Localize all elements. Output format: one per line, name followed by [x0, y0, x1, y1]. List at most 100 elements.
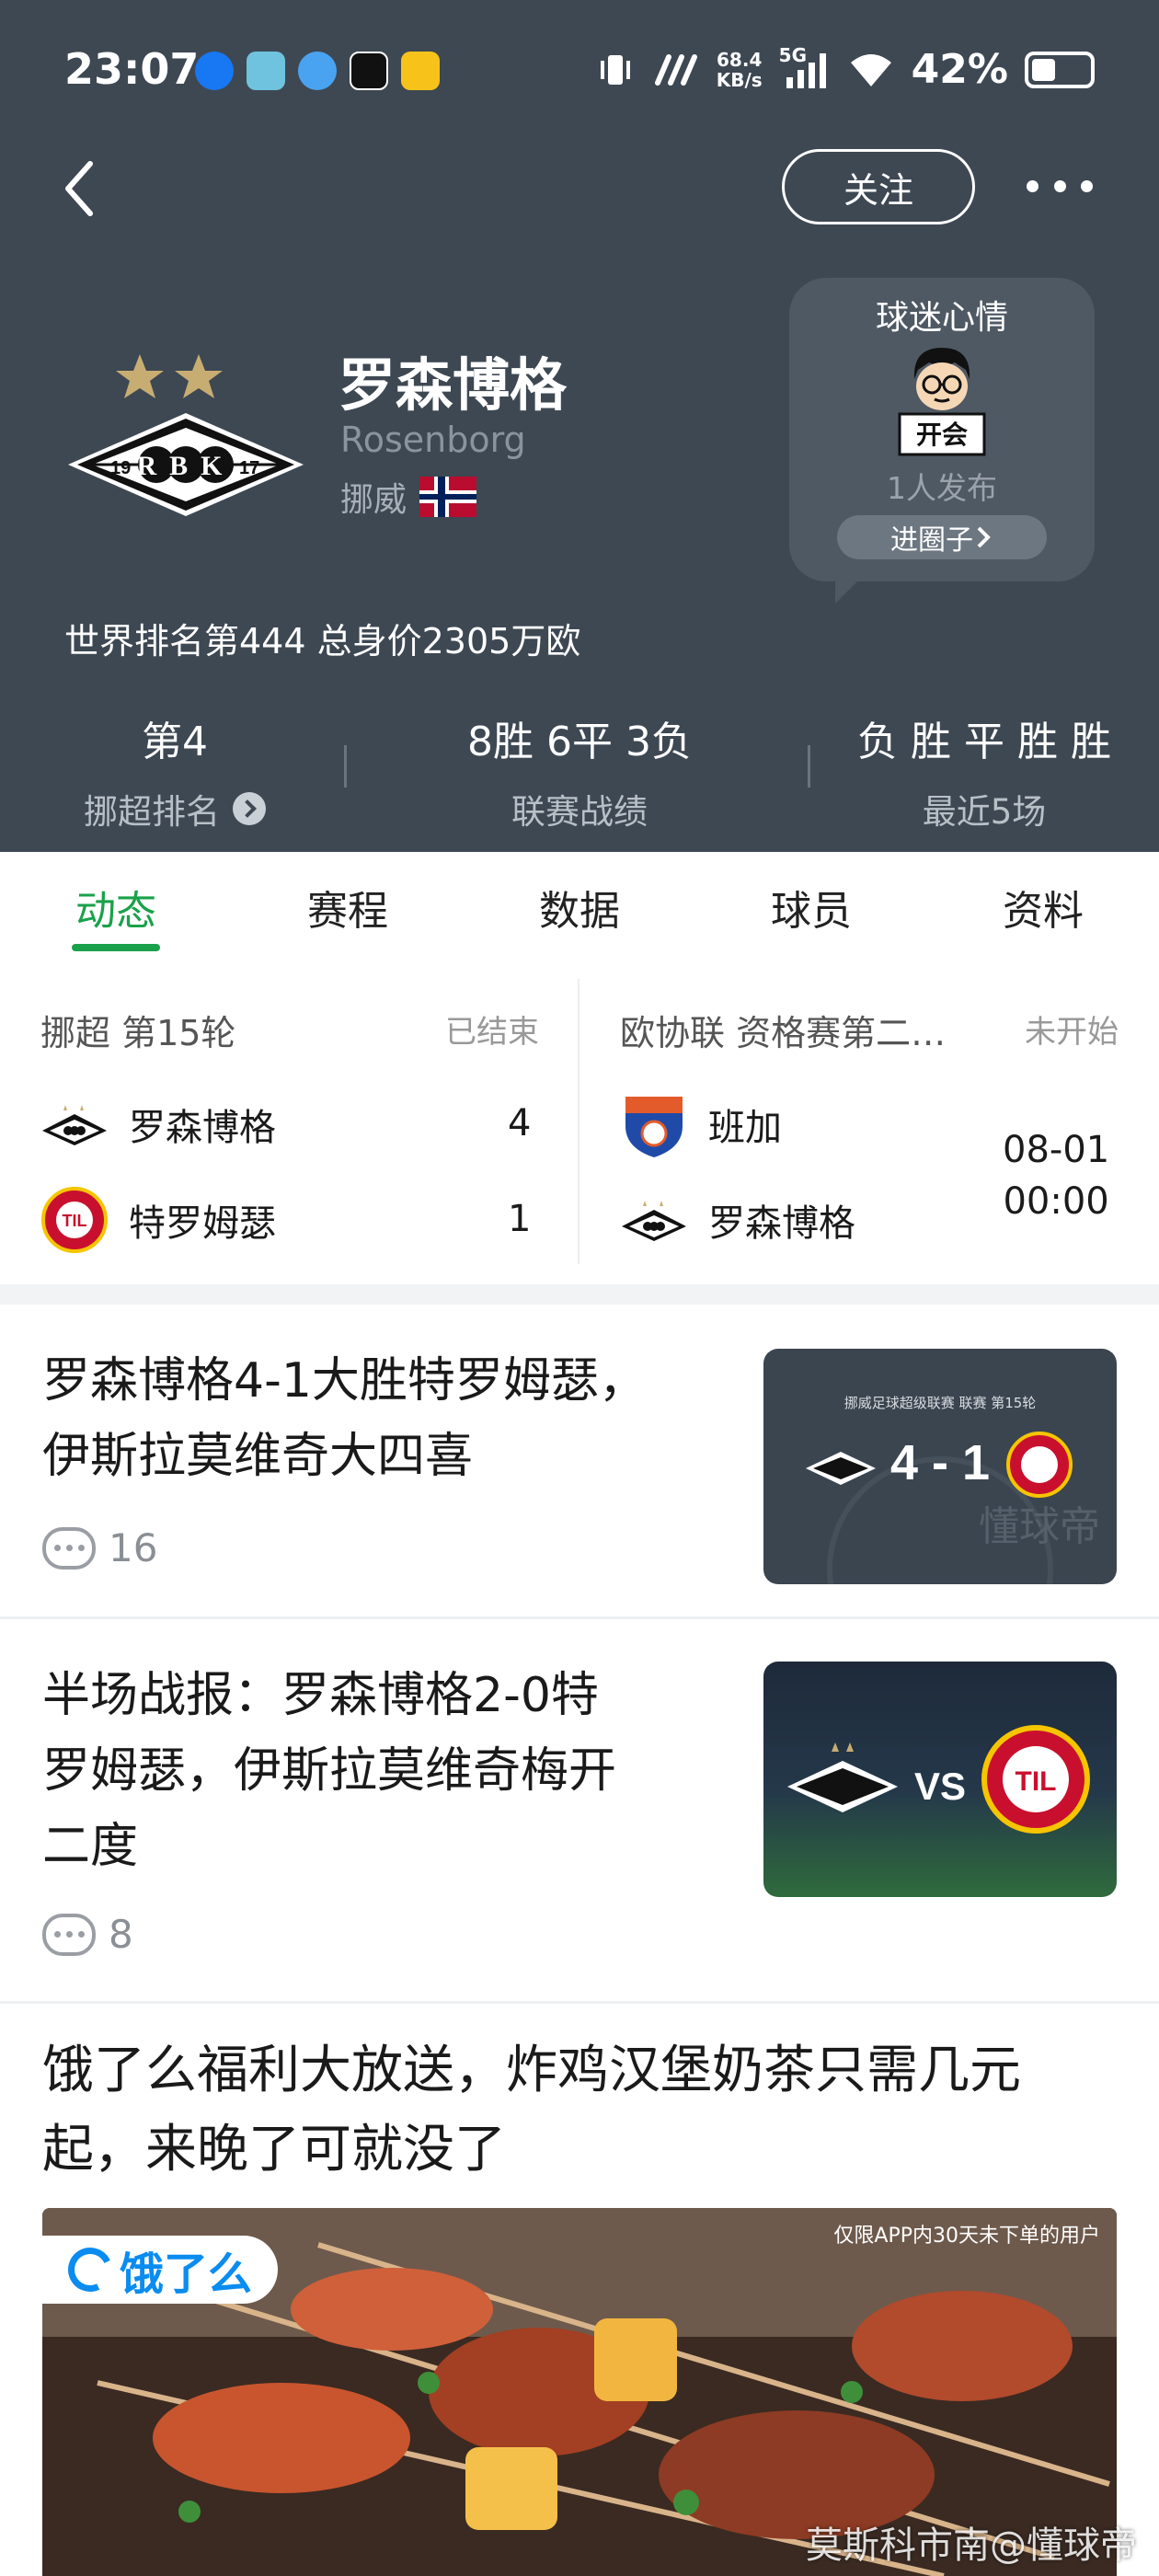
league-record-label: 联赛战绩 — [511, 792, 648, 832]
dot-icon — [1027, 179, 1039, 192]
nfc-icon — [654, 53, 697, 86]
thumb-vs: VS — [914, 1765, 966, 1808]
tab-schedule[interactable]: 赛程 — [232, 878, 464, 937]
comment-count-value: 16 — [109, 1525, 158, 1570]
team-name-english: Rosenborg — [340, 420, 526, 460]
match-status: 未开始 — [1025, 1014, 1119, 1051]
banga-crest-icon — [625, 1097, 683, 1157]
speech-tail — [835, 570, 868, 604]
signal-icon: 5G — [779, 44, 831, 90]
more-options-button[interactable] — [1027, 167, 1093, 204]
eleme-logo-icon — [62, 2241, 119, 2298]
recent-form-stat: 负 胜 平 胜 胜 最近5场 — [809, 708, 1159, 834]
vibrate-icon — [600, 54, 630, 85]
news-title-line: 伊斯拉莫维奇大四喜 — [42, 1429, 474, 1484]
thumb-caption: 挪威足球超级联赛 联赛 第15轮 — [844, 1395, 1037, 1411]
ad-title-line: 起，来晚了可就没了 — [42, 2120, 506, 2179]
league-record-value: 8胜 6平 3负 — [467, 719, 692, 765]
tab-data[interactable]: 数据 — [464, 878, 695, 937]
rosenborg-crest-icon — [622, 1201, 686, 1241]
match-result-graphic: 挪威足球超级联赛 联赛 第15轮 4 - 1 懂球帝 — [806, 1395, 1100, 1584]
home-team-score: 4 — [508, 1102, 532, 1144]
fan-avatar-icon: 开会 — [898, 348, 986, 456]
rosenborg-crest-icon — [42, 1105, 107, 1145]
dot-icon — [1053, 179, 1066, 192]
capcut-icon — [350, 52, 388, 90]
news-item[interactable]: 半场战报：罗森博格2-0特 罗姆瑟，伊斯拉莫维奇梅开 二度 8 VS TIL — [0, 1619, 1159, 2004]
ad-brand-badge: 饿了么 — [42, 2236, 279, 2304]
follow-button[interactable]: 关注 — [782, 149, 975, 224]
join-circle-button[interactable]: 进圈子 — [837, 515, 1047, 559]
league-record-stat: 8胜 6平 3负 联赛战绩 — [405, 708, 754, 834]
match-card-finished[interactable]: 挪超 第15轮 已结束 罗森博格 4 TIL 特罗姆瑟 1 — [0, 960, 578, 1284]
section-separator — [0, 1284, 1159, 1305]
recent-form-label: 最近5场 — [922, 792, 1047, 832]
league-rank-label-row: 挪超排名 — [0, 784, 350, 834]
battery-fill — [1032, 58, 1055, 81]
news-title-line: 半场战报：罗森博格2-0特 — [42, 1668, 599, 1723]
net-speed-value: 68.4 — [717, 48, 763, 71]
news-thumbnail: 挪威足球超级联赛 联赛 第15轮 4 - 1 懂球帝 — [763, 1349, 1117, 1584]
away-team-name: 罗森博格 — [708, 1202, 855, 1245]
battery-percent: 42% — [911, 46, 1008, 93]
comment-count: 16 — [42, 1525, 157, 1570]
team-country: 挪威 — [340, 473, 477, 521]
versus-graphic: VS TIL — [787, 1725, 1090, 1834]
away-team-name: 特罗姆瑟 — [129, 1202, 276, 1245]
team-header: 23:07 68.4 KB/s 5G 42% 关注 19 17 RBK 罗森博格… — [0, 0, 1159, 852]
battery-icon — [1025, 51, 1095, 88]
tab-players[interactable]: 球员 — [695, 878, 927, 937]
fan-mood-title: 球迷心情 — [875, 299, 1008, 337]
news-title-line: 罗姆瑟，伊斯拉莫维奇梅开 — [42, 1743, 617, 1799]
thumb-watermark: 懂球帝 — [979, 1503, 1100, 1550]
news-thumbnail: VS TIL — [763, 1662, 1117, 1897]
net-speed: 68.4 KB/s — [717, 50, 763, 90]
tromso-crest-icon: TIL — [41, 1187, 108, 1253]
ad-title: 饿了么福利大放送，炸鸡汉堡奶茶只需几元 起，来晚了可就没了 — [42, 2031, 1128, 2190]
match-time: 00:00 — [1003, 1180, 1109, 1223]
app-k-icon — [195, 52, 234, 90]
news-title: 罗森博格4-1大胜特罗姆瑟， 伊斯拉莫维奇大四喜 — [42, 1343, 647, 1494]
match-league: 挪超 第15轮 — [40, 1013, 236, 1053]
back-button[interactable] — [57, 156, 103, 221]
away-team-score: 1 — [508, 1198, 532, 1240]
league-rank-label: 挪超排名 — [84, 792, 220, 832]
arrow-right-circle-icon — [233, 792, 266, 825]
away-team-row: 罗森博格 — [620, 1183, 855, 1257]
ad-note: 仅限APP内30天未下单的用户 — [833, 2225, 1100, 2248]
thumb-score: 4 - 1 — [890, 1435, 990, 1490]
match-card-upcoming[interactable]: 欧协联 资格赛第二… 未开始 班加 罗森博格 — [580, 960, 1159, 1284]
crest-letters: RBK — [136, 451, 235, 481]
watermark: 莫斯科市南@懂球帝 — [806, 2524, 1137, 2567]
dot-icon — [1081, 179, 1093, 192]
svg-text:TIL: TIL — [1016, 1766, 1057, 1797]
league-rank-stat[interactable]: 第4 挪超排名 — [0, 708, 350, 834]
wifi-icon — [850, 53, 891, 86]
ad-item[interactable]: 饿了么福利大放送，炸鸡汉堡奶茶只需几元 起，来晚了可就没了 饿了么 仅限APP内… — [0, 2004, 1159, 2576]
notification-icons — [195, 52, 440, 90]
system-icons: 68.4 KB/s 5G 42% — [595, 44, 1095, 93]
fan-mood-card[interactable]: 球迷心情 开会 1人发布 进圈子 — [789, 278, 1095, 604]
comment-count-value: 8 — [109, 1912, 133, 1957]
recent-form-value: 负 胜 平 胜 胜 — [857, 719, 1111, 765]
active-tab-indicator — [72, 944, 160, 951]
chevron-right-icon — [977, 526, 991, 548]
tab-news[interactable]: 动态 — [0, 878, 232, 937]
crest-year-right: 17 — [239, 458, 259, 478]
team-name: 罗森博格 — [339, 351, 568, 419]
team-crest-logo: 19 17 RBK — [68, 354, 304, 516]
tab-info[interactable]: 资料 — [927, 878, 1159, 937]
status-time: 23:07 — [64, 44, 200, 94]
norway-flag-icon — [419, 477, 477, 517]
match-cards: 挪超 第15轮 已结束 罗森博格 4 TIL 特罗姆瑟 1 欧协联 资格赛第二…… — [0, 960, 1159, 1284]
map-pin-icon — [298, 52, 337, 90]
news-item[interactable]: 罗森博格4-1大胜特罗姆瑟， 伊斯拉莫维奇大四喜 16 挪威足球超级联赛 联赛 … — [0, 1305, 1159, 1619]
league-rank-value: 第4 — [142, 719, 208, 765]
match-kickoff: 08-01 00:00 — [1003, 1124, 1109, 1227]
video-app-icon — [401, 52, 440, 90]
home-team-name: 罗森博格 — [129, 1107, 276, 1149]
status-bar: 23:07 68.4 KB/s 5G 42% — [0, 0, 1159, 138]
news-title-line: 二度 — [42, 1819, 139, 1874]
ad-brand-name: 饿了么 — [120, 2248, 253, 2300]
match-date: 08-01 — [1003, 1129, 1110, 1171]
